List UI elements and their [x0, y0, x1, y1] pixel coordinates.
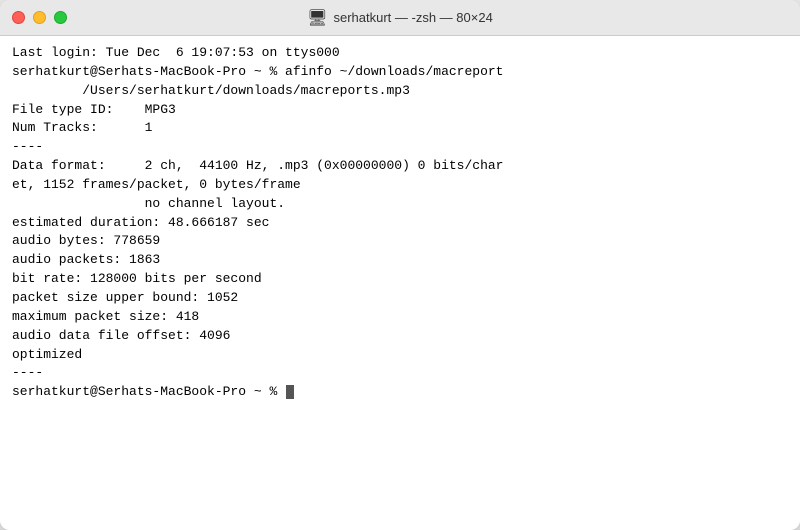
- terminal-line: bit rate: 128000 bits per second: [12, 270, 788, 289]
- terminal-line: optimized: [12, 346, 788, 365]
- terminal-line: ----: [12, 364, 788, 383]
- terminal-cursor: [286, 385, 294, 399]
- terminal-line: et, 1152 frames/packet, 0 bytes/frame: [12, 176, 788, 195]
- terminal-line: serhatkurt@Serhats-MacBook-Pro ~ % afinf…: [12, 63, 788, 82]
- maximize-button[interactable]: [54, 11, 67, 24]
- traffic-lights: [12, 11, 67, 24]
- terminal-line: serhatkurt@Serhats-MacBook-Pro ~ %: [12, 383, 788, 402]
- window-title-text: serhatkurt — -zsh — 80×24: [333, 10, 492, 25]
- window-title: 🖥 serhatkurt — -zsh — 80×24: [307, 8, 493, 28]
- terminal-line: maximum packet size: 418: [12, 308, 788, 327]
- terminal-window: 🖥 serhatkurt — -zsh — 80×24 Last login: …: [0, 0, 800, 530]
- terminal-line: Num Tracks: 1: [12, 119, 788, 138]
- terminal-line: no channel layout.: [12, 195, 788, 214]
- terminal-line: audio packets: 1863: [12, 251, 788, 270]
- terminal-line: Last login: Tue Dec 6 19:07:53 on ttys00…: [12, 44, 788, 63]
- terminal-line: ----: [12, 138, 788, 157]
- close-button[interactable]: [12, 11, 25, 24]
- terminal-line: audio data file offset: 4096: [12, 327, 788, 346]
- terminal-line: estimated duration: 48.666187 sec: [12, 214, 788, 233]
- terminal-line: File type ID: MPG3: [12, 101, 788, 120]
- terminal-line: packet size upper bound: 1052: [12, 289, 788, 308]
- terminal-line: /Users/serhatkurt/downloads/macreports.m…: [12, 82, 788, 101]
- terminal-body[interactable]: Last login: Tue Dec 6 19:07:53 on ttys00…: [0, 36, 800, 530]
- titlebar: 🖥 serhatkurt — -zsh — 80×24: [0, 0, 800, 36]
- terminal-icon: 🖥: [307, 8, 327, 28]
- minimize-button[interactable]: [33, 11, 46, 24]
- terminal-line: audio bytes: 778659: [12, 232, 788, 251]
- terminal-line: Data format: 2 ch, 44100 Hz, .mp3 (0x000…: [12, 157, 788, 176]
